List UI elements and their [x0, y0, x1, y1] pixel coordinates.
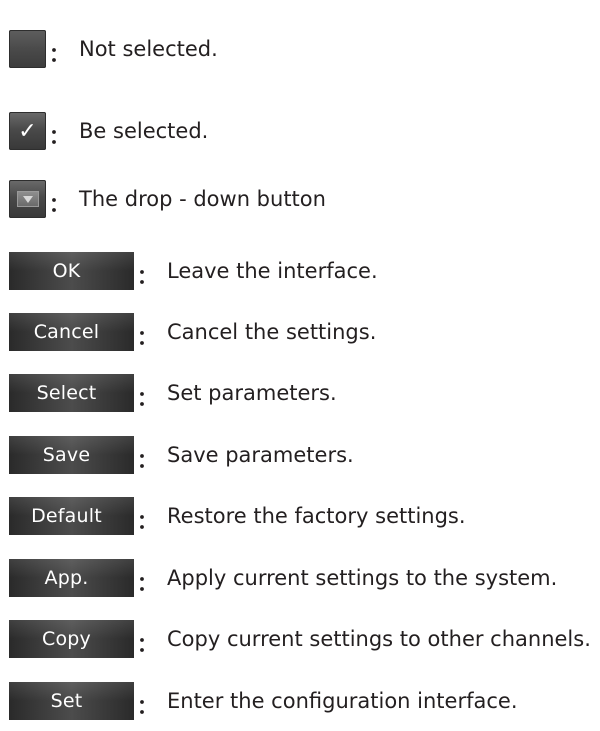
colon: ： [137, 324, 157, 349]
checkmark-glyph: ✓ [18, 118, 37, 144]
colon: ： [137, 693, 157, 718]
legend-row-save: Save ： Save parameters. [9, 436, 354, 474]
legend-row-cancel: Cancel ： Cancel the settings. [9, 313, 376, 351]
legend-row-default: Default ： Restore the factory settings. [9, 497, 466, 535]
description: Be selected. [79, 119, 209, 143]
description: Not selected. [79, 37, 218, 61]
description: The drop - down button [79, 187, 326, 211]
default-button-sample: Default [9, 497, 134, 535]
legend-row-select: Select ： Set parameters. [9, 374, 337, 412]
legend-row-not-selected: ： Not selected. [9, 30, 218, 68]
colon: ： [137, 263, 157, 288]
empty-checkbox-icon [9, 30, 46, 68]
colon: ： [137, 385, 157, 410]
colon: ： [137, 447, 157, 472]
save-button-sample: Save [9, 436, 134, 474]
legend-row-ok: OK ： Leave the interface. [9, 252, 378, 290]
ok-button-sample: OK [9, 252, 134, 290]
colon: ： [49, 191, 69, 216]
description: Set parameters. [167, 381, 337, 405]
colon: ： [137, 631, 157, 656]
description: Save parameters. [167, 443, 354, 467]
legend-row-dropdown: ： The drop - down button [9, 180, 326, 218]
set-button-sample: Set [9, 682, 134, 720]
description: Cancel the settings. [167, 320, 377, 344]
dropdown-triangle-icon [17, 191, 39, 207]
description: Enter the configuration interface. [167, 689, 518, 713]
description: Restore the factory settings. [167, 504, 466, 528]
legend-row-apply: App. ： Apply current settings to the sys… [9, 559, 557, 597]
colon: ： [137, 508, 157, 533]
colon: ： [137, 570, 157, 595]
cancel-button-sample: Cancel [9, 313, 134, 351]
apply-button-sample: App. [9, 559, 134, 597]
description: Leave the interface. [167, 259, 378, 283]
dropdown-arrow-icon [9, 180, 46, 218]
description: Apply current settings to the system. [167, 566, 558, 590]
legend-row-set: Set ： Enter the configuration interface. [9, 682, 518, 720]
copy-button-sample: Copy [9, 620, 134, 658]
legend-row-selected: ✓ ： Be selected. [9, 112, 208, 150]
checked-checkbox-icon: ✓ [9, 112, 46, 150]
legend-row-copy: Copy ： Copy current settings to other ch… [9, 620, 591, 658]
colon: ： [49, 123, 69, 148]
colon: ： [49, 41, 69, 66]
description: Copy current settings to other channels. [167, 627, 591, 651]
select-button-sample: Select [9, 374, 134, 412]
